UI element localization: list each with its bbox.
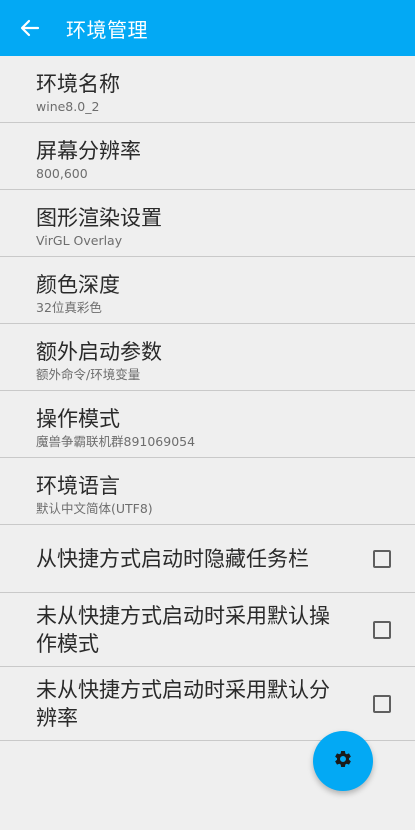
- setting-graphics-rendering[interactable]: 图形渲染设置 VirGL Overlay: [0, 190, 415, 257]
- setting-title: 额外启动参数: [36, 339, 162, 364]
- settings-fab-button[interactable]: [313, 731, 373, 791]
- setting-color-depth[interactable]: 颜色深度 32位真彩色: [0, 257, 415, 324]
- setting-title: 环境语言: [36, 473, 120, 498]
- hide-taskbar-checkbox[interactable]: [373, 549, 391, 568]
- default-mode-checkbox[interactable]: [373, 620, 391, 639]
- setting-value: 默认中文简体(UTF8): [36, 500, 153, 516]
- default-resolution-checkbox[interactable]: [373, 694, 391, 713]
- checkbox-label: 未从快捷方式启动时采用默认操作模式: [36, 603, 330, 656]
- setting-title: 图形渲染设置: [36, 205, 162, 230]
- checkbox-label: 未从快捷方式启动时采用默认分辨率: [36, 677, 330, 730]
- checkbox-row-default-resolution[interactable]: 未从快捷方式启动时采用默认分辨率: [0, 667, 415, 741]
- gear-icon: [333, 749, 353, 773]
- setting-extra-launch-params[interactable]: 额外启动参数 额外命令/环境变量: [0, 324, 415, 391]
- back-arrow-icon[interactable]: [16, 14, 44, 42]
- checkbox-label: 从快捷方式启动时隐藏任务栏: [36, 546, 309, 571]
- setting-value: VirGL Overlay: [36, 232, 123, 248]
- setting-environment-language[interactable]: 环境语言 默认中文简体(UTF8): [0, 458, 415, 525]
- setting-title: 操作模式: [36, 406, 120, 431]
- toolbar: 环境管理: [0, 0, 415, 56]
- setting-value: 魔兽争霸联机群891069054: [36, 433, 196, 449]
- settings-list: 环境名称 wine8.0_2 屏幕分辨率 800,600 图形渲染设置 VirG…: [0, 56, 415, 741]
- setting-value: 32位真彩色: [36, 299, 102, 315]
- app-screen: 环境管理 环境名称 wine8.0_2 屏幕分辨率 800,600 图形渲染设置…: [0, 0, 415, 830]
- setting-value: 额外命令/环境变量: [36, 366, 141, 382]
- checkbox-row-hide-taskbar[interactable]: 从快捷方式启动时隐藏任务栏: [0, 525, 415, 593]
- setting-operation-mode[interactable]: 操作模式 魔兽争霸联机群891069054: [0, 391, 415, 458]
- setting-title: 屏幕分辨率: [36, 138, 141, 163]
- checkbox-row-default-mode[interactable]: 未从快捷方式启动时采用默认操作模式: [0, 593, 415, 667]
- setting-value: wine8.0_2: [36, 98, 100, 114]
- page-title: 环境管理: [66, 17, 148, 42]
- setting-screen-resolution[interactable]: 屏幕分辨率 800,600: [0, 123, 415, 190]
- setting-title: 环境名称: [36, 71, 120, 96]
- setting-value: 800,600: [36, 165, 88, 181]
- setting-title: 颜色深度: [36, 272, 120, 297]
- setting-environment-name[interactable]: 环境名称 wine8.0_2: [0, 56, 415, 123]
